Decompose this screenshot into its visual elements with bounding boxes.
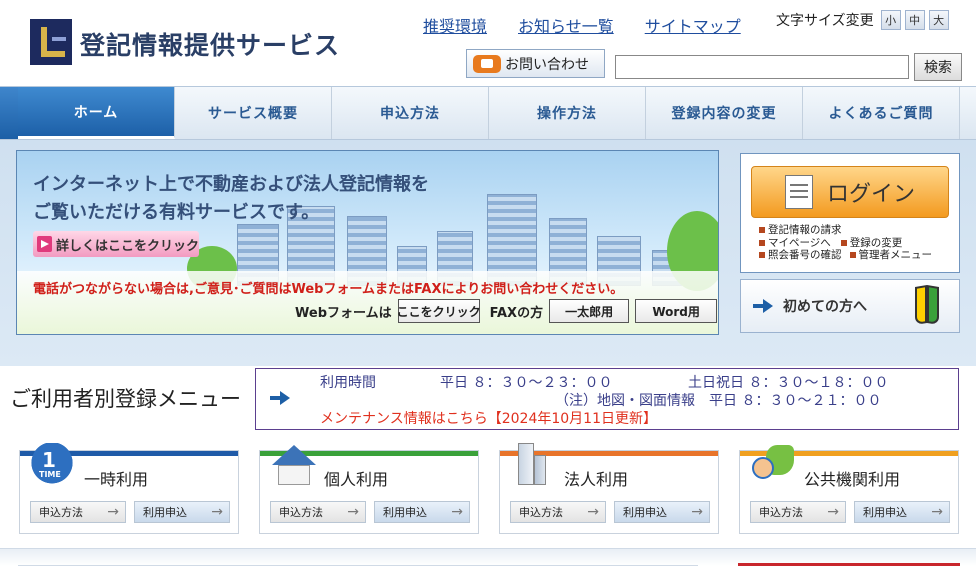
arrow-right-icon	[270, 388, 290, 408]
bullet-icon	[759, 227, 765, 234]
maintenance-link[interactable]: メンテナンス情報はこちら【2024年10月11日更新】	[320, 410, 888, 428]
card-title: 一時利用	[84, 470, 149, 489]
card-title: 個人利用	[324, 470, 389, 489]
fax-ichitaro-button[interactable]: 一太郎用	[549, 299, 630, 323]
card-title: 公共機関利用	[804, 470, 901, 489]
link-news-list[interactable]: お知らせ一覧	[518, 13, 614, 37]
bullet-icon	[759, 239, 765, 246]
document-icon	[784, 175, 813, 209]
contact-label: お問い合わせ	[505, 56, 589, 73]
arrow-right-icon	[37, 236, 52, 252]
link-sitemap[interactable]: サイトマップ	[645, 13, 741, 37]
webform-label: Webフォームは	[295, 305, 392, 321]
hero-detail-label: 詳しくはここをクリック	[55, 238, 199, 254]
login-panel: ログイン 登記情報の請求 マイページへ 登録の変更 照会番号の確認 管理者メニュ…	[740, 153, 960, 273]
fax-label: FAXの方	[489, 305, 544, 321]
font-size-label: 文字サイズ変更	[776, 13, 874, 29]
login-link-mypage[interactable]: マイページへ	[759, 237, 831, 250]
font-size-medium-button[interactable]: 中	[904, 10, 925, 30]
user-type-cards: 1 TIME 一時利用 申込方法 利用申込 個人利用 申込方法 利用申込 法人利…	[19, 443, 959, 534]
hero-headline: インターネット上で不動産および法人登記情報を ご覧いただける有料サービスです。	[33, 171, 429, 227]
login-link-admin-menu[interactable]: 管理者メニュー	[849, 249, 932, 262]
phone-icon	[473, 54, 501, 73]
login-link-request[interactable]: 登記情報の請求	[759, 224, 932, 237]
fax-word-button[interactable]: Word用	[635, 299, 718, 323]
bullet-icon	[849, 252, 856, 259]
utility-links: 推奨環境 お知らせ一覧 サイトマップ	[423, 13, 772, 37]
nav-left-strip	[0, 87, 18, 139]
font-size-large-button[interactable]: 大	[928, 10, 949, 30]
one-time-icon: 1 TIME	[28, 443, 76, 487]
card-public-institution-use: 公共機関利用 申込方法 利用申込	[739, 445, 959, 534]
hero-headline-line-1: インターネット上で不動産および法人登記情報を	[33, 174, 429, 195]
card-title: 法人利用	[564, 470, 629, 489]
hours-label: 利用時間	[320, 375, 376, 391]
login-button[interactable]: ログイン	[751, 166, 949, 218]
how-to-apply-button[interactable]: 申込方法	[510, 501, 606, 523]
bullet-icon	[840, 239, 847, 246]
font-size-switcher: 文字サイズ変更 小 中 大	[776, 10, 949, 30]
house-icon	[268, 443, 316, 487]
first-time-label: 初めての方へ	[783, 299, 867, 315]
site-header: 登記情報提供サービス 推奨環境 お知らせ一覧 サイトマップ 文字サイズ変更 小 …	[0, 0, 976, 86]
bullet-icon	[759, 252, 765, 259]
search-button[interactable]: 検索	[914, 53, 962, 81]
card-personal-use: 個人利用 申込方法 利用申込	[259, 445, 479, 534]
bottom-divider	[0, 548, 976, 566]
how-to-apply-button[interactable]: 申込方法	[30, 501, 126, 523]
search-input[interactable]	[615, 55, 909, 79]
beginner-mark-icon	[915, 284, 941, 326]
how-to-apply-button[interactable]: 申込方法	[270, 501, 366, 523]
apply-button[interactable]: 利用申込	[854, 501, 950, 523]
nav-home[interactable]: ホーム	[18, 87, 175, 139]
card-corporate-use: 法人利用 申込方法 利用申込	[499, 443, 719, 534]
hero-headline-line-2: ご覧いただける有料サービスです。	[33, 202, 320, 223]
login-link-change-registration[interactable]: 登録の変更	[840, 237, 902, 250]
login-link-reference-number[interactable]: 照会番号の確認	[759, 249, 842, 262]
apply-button[interactable]: 利用申込	[374, 501, 470, 523]
public-institution-icon	[748, 443, 796, 487]
service-hours-box: 利用時間 平日 ８：３０～２３：００ 土日祝日 ８：３０～１８：００ （注）地図…	[255, 368, 959, 430]
first-time-button[interactable]: 初めての方へ	[740, 279, 960, 333]
contact-button[interactable]: お問い合わせ	[466, 49, 605, 78]
arrow-right-icon	[753, 296, 773, 316]
apply-button[interactable]: 利用申込	[134, 501, 230, 523]
registration-menu-title: ご利用者別登録メニュー	[10, 387, 241, 411]
hours-weekend: 土日祝日 ８：３０～１８：００	[688, 375, 889, 391]
webform-button[interactable]: ここをクリック	[397, 299, 481, 323]
nav-how-to-operate[interactable]: 操作方法	[489, 87, 646, 139]
nav-service-overview[interactable]: サービス概要	[175, 87, 332, 139]
nav-faq[interactable]: よくあるご質問	[803, 87, 960, 139]
nav-how-to-apply[interactable]: 申込方法	[332, 87, 489, 139]
link-recommended-env[interactable]: 推奨環境	[423, 13, 487, 37]
hours-note: （注）地図・図面情報 平日 ８：３０～２１：００	[555, 393, 882, 409]
hero-banner: インターネット上で不動産および法人登記情報を ご覧いただける有料サービスです。 …	[16, 150, 719, 335]
font-size-small-button[interactable]: 小	[880, 10, 901, 30]
hero-contact-row: Webフォームは ここをクリック FAXの方 一太郎用 Word用	[295, 299, 718, 323]
how-to-apply-button[interactable]: 申込方法	[750, 501, 846, 523]
site-title[interactable]: 登記情報提供サービス	[80, 26, 340, 62]
phone-warning-text: 電話がつながらない場合は,ご意見･ご質問はWebフォームまたはFAXによりお問い…	[33, 282, 624, 297]
card-temporary-use: 1 TIME 一時利用 申込方法 利用申込	[19, 443, 239, 534]
building-icon	[508, 443, 556, 487]
login-links: 登記情報の請求 マイページへ 登録の変更 照会番号の確認 管理者メニュー	[759, 224, 932, 262]
hero-detail-link[interactable]: 詳しくはここをクリック	[33, 231, 199, 257]
apply-button[interactable]: 利用申込	[614, 501, 710, 523]
nav-change-registration[interactable]: 登録内容の変更	[646, 87, 803, 139]
main-nav: ホーム サービス概要 申込方法 操作方法 登録内容の変更 よくあるご質問	[0, 86, 976, 140]
site-logo-icon[interactable]	[30, 19, 72, 65]
login-label: ログイン	[826, 182, 915, 207]
hours-weekday: 平日 ８：３０～２３：００	[440, 375, 613, 391]
